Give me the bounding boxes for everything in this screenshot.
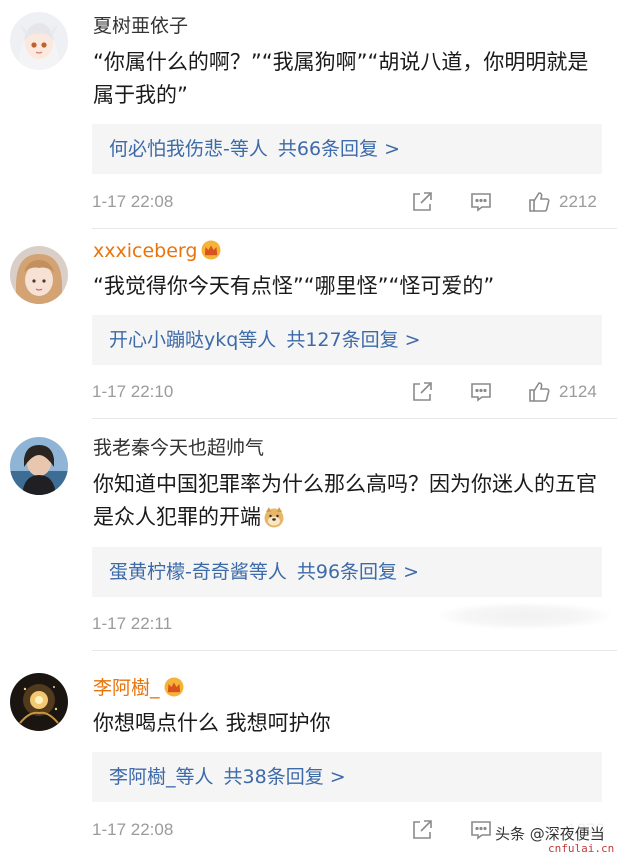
- reply-summary[interactable]: 李阿樹_等人 共38条回复 >: [92, 752, 602, 802]
- avatar[interactable]: [10, 437, 68, 495]
- reply-users: 开心小蹦哒ykq等人: [109, 329, 277, 351]
- share-icon[interactable]: [410, 818, 434, 842]
- divider: [92, 418, 617, 419]
- username[interactable]: 我老秦今天也超帅气: [93, 437, 264, 459]
- avatar[interactable]: [10, 673, 68, 731]
- reply-summary[interactable]: 开心小蹦哒ykq等人 共127条回复 >: [92, 315, 602, 365]
- reply-summary[interactable]: 蛋黄柠檬-奇奇酱等人 共96条回复 >: [92, 547, 602, 597]
- reply-users: 李阿樹_等人: [109, 766, 214, 788]
- username-text: 李阿樹_: [93, 677, 160, 699]
- comment-icon[interactable]: [469, 818, 493, 842]
- avatar[interactable]: [10, 12, 68, 70]
- avatar[interactable]: [10, 246, 68, 304]
- like-count: 2212: [559, 192, 597, 211]
- reply-users: 蛋黄柠檬-奇奇酱等人: [109, 561, 287, 583]
- like-icon[interactable]: [527, 190, 551, 214]
- url-watermark: cnfulai.cn: [548, 842, 615, 855]
- timestamp: 1-17 22:10: [92, 382, 174, 401]
- timestamp: 1-17 22:08: [92, 192, 174, 211]
- timestamp: 1-17 22:11: [92, 614, 173, 633]
- reply-count: 共96条回复 >: [296, 561, 419, 583]
- timestamp: 1-17 22:08: [92, 820, 174, 839]
- like-count: 2124: [559, 382, 597, 401]
- reply-count: 共38条回复 >: [223, 766, 346, 788]
- crown-badge-icon: [200, 240, 222, 260]
- reply-count: 共66条回复 >: [277, 138, 400, 160]
- comment-text: 你知道中国犯罪率为什么那么高吗？因为你迷人的五官是众人犯罪的开端: [93, 468, 608, 534]
- comment-icon[interactable]: [469, 190, 493, 214]
- comment-text-body: 你知道中国犯罪率为什么那么高吗？因为你迷人的五官是众人犯罪的开端: [93, 472, 597, 529]
- divider: [92, 228, 617, 229]
- comment-icon[interactable]: [469, 380, 493, 404]
- username[interactable]: 李阿樹_: [93, 677, 185, 699]
- reply-users: 何必怕我伤悲-等人: [109, 138, 268, 160]
- share-icon[interactable]: [410, 380, 434, 404]
- comment-footer: 1-17 22:10 2124: [92, 380, 607, 404]
- username[interactable]: 夏树亜依子: [93, 15, 188, 37]
- crown-badge-icon: [163, 677, 185, 697]
- comment-text: 你想喝点什么 我想呵护你: [93, 711, 331, 735]
- reply-count: 共127条回复 >: [286, 329, 421, 351]
- comment-footer: 1-17 22:08 2212: [92, 190, 607, 214]
- comment-text: “我觉得你今天有点怪”“哪里怪”“怪可爱的”: [93, 274, 495, 298]
- divider: [92, 650, 617, 651]
- comment-text: “你属什么的啊？”“我属狗啊”“胡说八道，你明明就是属于我的”: [93, 50, 589, 107]
- reply-summary[interactable]: 何必怕我伤悲-等人 共66条回复 >: [92, 124, 602, 174]
- username[interactable]: xxxiceberg: [93, 240, 222, 262]
- username-text: xxxiceberg: [93, 240, 198, 262]
- like-icon[interactable]: [527, 380, 551, 404]
- share-icon[interactable]: [410, 190, 434, 214]
- smudge-overlay: [440, 603, 610, 629]
- doge-emoji-icon: [263, 506, 285, 528]
